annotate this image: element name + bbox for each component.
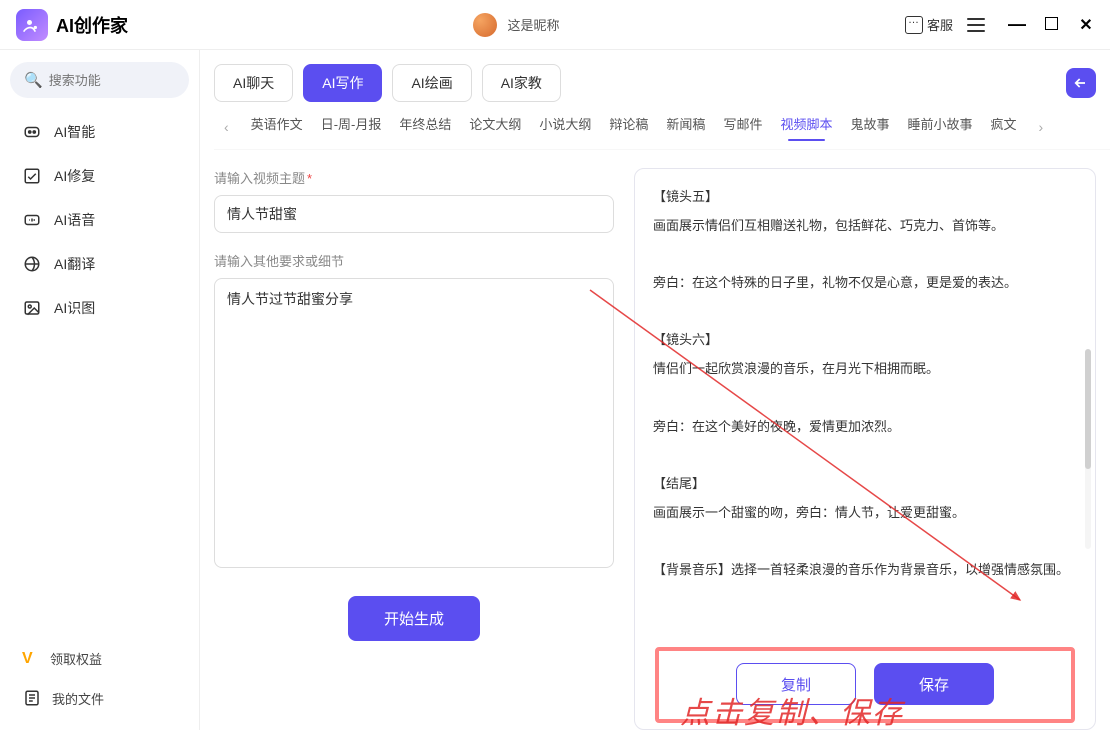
search-wrap[interactable]: 🔍: [10, 62, 189, 98]
sub-tabs-row: ‹ 英语作文 日-周-月报 年终总结 论文大纲 小说大纲 辩论稿 新闻稿 写邮件…: [214, 114, 1110, 150]
search-input[interactable]: [49, 73, 225, 88]
action-row: 复制 保存: [653, 647, 1077, 715]
tab-tutor[interactable]: AI家教: [482, 64, 561, 102]
subtab-summary[interactable]: 年终总结: [399, 114, 451, 139]
rights-label: 领取权益: [50, 649, 102, 668]
nickname-text: 这是昵称: [507, 15, 559, 34]
subtab-email[interactable]: 写邮件: [723, 114, 762, 139]
subtab-news[interactable]: 新闻稿: [666, 114, 705, 139]
form-column: 请输入视频主题* 请输入其他要求或细节 开始生成: [214, 168, 614, 730]
detail-label: 请输入其他要求或细节: [214, 251, 614, 270]
minimize-button[interactable]: —: [1009, 17, 1025, 33]
topic-input[interactable]: [214, 195, 614, 233]
app-logo-icon: [16, 9, 48, 41]
image-icon: [22, 298, 42, 318]
avatar[interactable]: [473, 13, 497, 37]
chevron-left-icon[interactable]: ‹: [220, 119, 233, 135]
generate-button[interactable]: 开始生成: [348, 596, 480, 641]
subtab-video-script[interactable]: 视频脚本: [780, 114, 832, 139]
subtab-debate[interactable]: 辩论稿: [609, 114, 648, 139]
translate-icon: [22, 254, 42, 274]
sidebar-item-ai-voice[interactable]: AI语音: [10, 200, 189, 240]
files-label: 我的文件: [52, 689, 104, 708]
app-title: AI创作家: [56, 12, 128, 38]
sidebar-files[interactable]: 我的文件: [10, 678, 189, 718]
main-tabs-row: AI聊天 AI写作 AI绘画 AI家教: [214, 64, 1110, 102]
sidebar-item-label: AI语音: [54, 210, 95, 230]
search-icon: 🔍: [24, 71, 43, 89]
tab-draw[interactable]: AI绘画: [392, 64, 471, 102]
copy-button[interactable]: 复制: [736, 663, 856, 705]
subtab-bedtime[interactable]: 睡前小故事: [907, 114, 972, 139]
sidebar-item-label: AI识图: [54, 298, 95, 318]
hamburger-icon[interactable]: [967, 18, 985, 32]
vip-icon: V: [22, 650, 40, 668]
sidebar-item-label: AI翻译: [54, 254, 95, 274]
subtab-ghost[interactable]: 鬼故事: [850, 114, 889, 139]
sidebar-item-ai-image[interactable]: AI识图: [10, 288, 189, 328]
voice-icon: [22, 210, 42, 230]
detail-textarea[interactable]: [214, 278, 614, 568]
output-column: 【镜头五】 画面展示情侣们互相赠送礼物，包括鲜花、巧克力、首饰等。 旁白：在这个…: [634, 168, 1096, 730]
tab-write[interactable]: AI写作: [303, 64, 382, 102]
subtab-novel[interactable]: 小说大纲: [539, 114, 591, 139]
back-button[interactable]: [1066, 68, 1096, 98]
file-icon: [22, 688, 42, 708]
chat-icon: [905, 16, 923, 34]
sidebar-rights[interactable]: V 领取权益: [10, 639, 189, 678]
output-text: 【镜头五】 画面展示情侣们互相赠送礼物，包括鲜花、巧克力、首饰等。 旁白：在这个…: [653, 185, 1077, 647]
tab-chat[interactable]: AI聊天: [214, 64, 293, 102]
save-button[interactable]: 保存: [874, 663, 994, 705]
chevron-right-icon[interactable]: ›: [1035, 119, 1048, 135]
sidebar-item-ai-smart[interactable]: AI智能: [10, 112, 189, 152]
sidebar-item-ai-repair[interactable]: AI修复: [10, 156, 189, 196]
subtab-crazy[interactable]: 疯文: [991, 114, 1017, 139]
subtab-report[interactable]: 日-周-月报: [321, 114, 382, 139]
sidebar-item-label: AI修复: [54, 166, 95, 186]
subtab-thesis[interactable]: 论文大纲: [469, 114, 521, 139]
maximize-button[interactable]: [1045, 17, 1058, 30]
close-button[interactable]: ✕: [1078, 17, 1094, 33]
sidebar: 🔍 AI智能 AI修复 AI语音 AI翻译 AI识图 V 领取权益: [0, 50, 200, 730]
topic-label: 请输入视频主题*: [214, 168, 614, 187]
sidebar-item-ai-translate[interactable]: AI翻译: [10, 244, 189, 284]
subtab-essay[interactable]: 英语作文: [251, 114, 303, 139]
service-label: 客服: [927, 15, 953, 34]
repair-icon: [22, 166, 42, 186]
main-panel: AI聊天 AI写作 AI绘画 AI家教 ‹ 英语作文 日-周-月报 年终总结 论…: [200, 50, 1110, 730]
smart-icon: [22, 122, 42, 142]
service-button[interactable]: 客服: [905, 15, 953, 34]
sidebar-item-label: AI智能: [54, 122, 95, 142]
titlebar: AI创作家 这是昵称 客服 — ✕: [0, 0, 1110, 50]
scrollbar[interactable]: [1085, 349, 1091, 549]
